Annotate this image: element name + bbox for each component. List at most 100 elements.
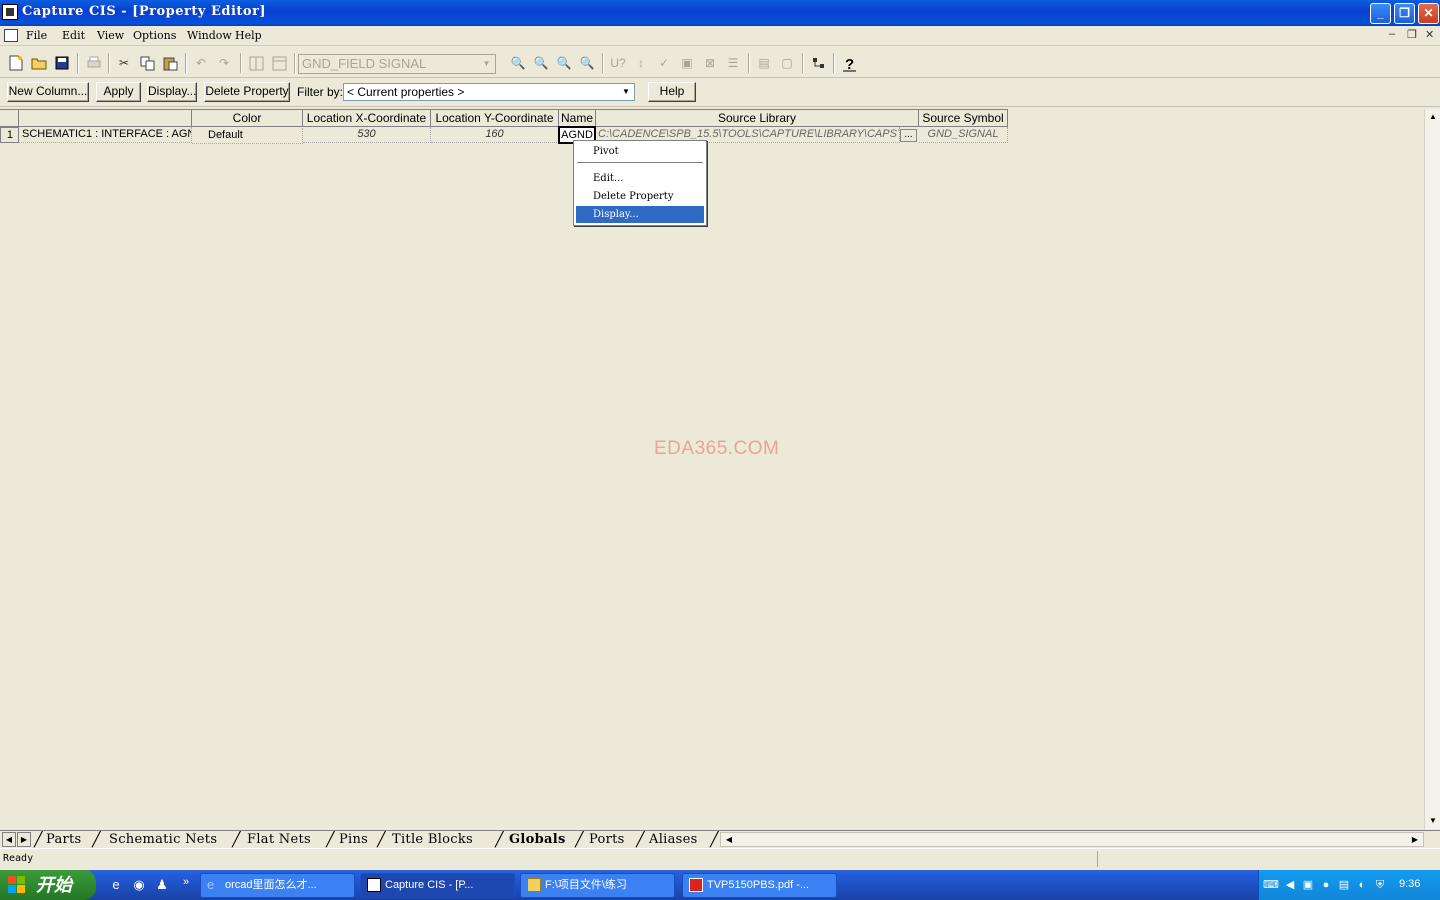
context-menu-pivot[interactable]: Pivot	[576, 143, 704, 160]
zoom-out-icon[interactable]: 🔍	[530, 52, 552, 74]
restore-button[interactable]: ❐	[1394, 3, 1415, 24]
menu-options[interactable]: Options	[133, 29, 176, 42]
mdi-close-button[interactable]: ✕	[1425, 28, 1434, 41]
antivirus-icon[interactable]: ◐	[1355, 878, 1369, 892]
undo-icon[interactable]: ↶	[190, 52, 212, 74]
filter-select[interactable]: < Current properties > ▼	[343, 83, 635, 101]
browser-icon[interactable]: ◉	[131, 877, 147, 893]
grid-corner-header[interactable]	[0, 109, 19, 127]
netlist-icon[interactable]: ▣	[676, 52, 698, 74]
internet-explorer-icon[interactable]: e	[108, 877, 124, 893]
help-icon[interactable]: ?	[838, 52, 860, 74]
start-button[interactable]: 开始	[0, 870, 96, 900]
tab-pins[interactable]: Pins	[339, 831, 368, 848]
column-header-location-x[interactable]: Location X-Coordinate	[303, 109, 431, 127]
save-icon[interactable]	[51, 52, 73, 74]
sheet-icon[interactable]	[268, 52, 290, 74]
row-number[interactable]: 1	[0, 127, 19, 143]
task-project-folder[interactable]: F:\项目文件\练习	[520, 873, 675, 898]
paste-icon[interactable]	[159, 52, 181, 74]
tab-flat-nets[interactable]: Flat Nets	[247, 831, 311, 848]
column-header-source-symbol[interactable]: Source Symbol	[919, 109, 1008, 127]
tab-scroll-left-icon[interactable]: ◀	[2, 832, 16, 847]
drc-icon[interactable]: ✓	[653, 52, 675, 74]
menu-help[interactable]: Help	[235, 29, 262, 42]
annotate-icon[interactable]: U?	[607, 52, 629, 74]
task-pdf-document[interactable]: TVP5150PBS.pdf -...	[682, 873, 837, 898]
minimize-button[interactable]: _	[1370, 3, 1391, 24]
vertical-scrollbar[interactable]: ▲ ▼	[1424, 109, 1440, 829]
context-menu-display[interactable]: Display...	[576, 206, 704, 223]
apply-button[interactable]: Apply	[96, 82, 141, 102]
layout-icon[interactable]	[245, 52, 267, 74]
tab-scroll-right-icon[interactable]: ▶	[17, 832, 31, 847]
back-annotate-icon[interactable]: ↕	[630, 52, 652, 74]
cell-color[interactable]: Default	[192, 128, 303, 144]
open-folder-icon[interactable]	[28, 52, 50, 74]
cell-source-symbol[interactable]: GND_SIGNAL	[919, 127, 1008, 143]
zoom-all-icon[interactable]: 🔍	[576, 52, 598, 74]
new-file-icon[interactable]	[5, 52, 27, 74]
task-capture-cis[interactable]: Capture CIS - [P...	[360, 873, 515, 898]
context-menu-edit[interactable]: Edit...	[576, 170, 704, 187]
display-button[interactable]: Display...	[147, 82, 197, 102]
mdi-restore-button[interactable]: ❐	[1407, 28, 1417, 41]
context-menu-delete-property[interactable]: Delete Property	[576, 188, 704, 205]
new-column-button[interactable]: New Column...	[7, 82, 89, 102]
tab-globals[interactable]: Globals	[509, 831, 566, 848]
tab-schematic-nets[interactable]: Schematic Nets	[109, 831, 217, 848]
delete-property-button[interactable]: Delete Property	[204, 82, 290, 102]
scroll-up-icon[interactable]: ▲	[1425, 109, 1440, 125]
document-icon[interactable]	[4, 29, 18, 42]
tab-aliases[interactable]: Aliases	[649, 831, 698, 848]
zoom-in-icon[interactable]: 🔍	[507, 52, 529, 74]
scroll-right-icon[interactable]: ▶	[1407, 832, 1423, 848]
menu-window[interactable]: Window	[187, 29, 232, 42]
zoom-area-icon[interactable]: 🔍	[553, 52, 575, 74]
cell-location-y[interactable]: 160	[431, 127, 559, 143]
menu-view[interactable]: View	[97, 29, 124, 42]
scroll-down-icon[interactable]: ▼	[1425, 813, 1440, 829]
help-button[interactable]: Help	[648, 82, 696, 102]
tab-parts[interactable]: Parts	[46, 831, 82, 848]
column-header-location-y[interactable]: Location Y-Coordinate	[431, 109, 559, 127]
copy-icon[interactable]	[136, 52, 158, 74]
column-header-source-library[interactable]: Source Library	[596, 109, 919, 127]
mdi-minimize-button[interactable]: –	[1389, 28, 1395, 40]
tab-title-blocks[interactable]: Title Blocks	[392, 831, 473, 848]
chevron-down-icon[interactable]: ▼	[619, 85, 633, 99]
tab-ports[interactable]: Ports	[589, 831, 625, 848]
column-header-color[interactable]: Color	[192, 109, 303, 127]
qq-icon[interactable]: ●	[1319, 878, 1333, 892]
security-shield-icon[interactable]: ⛨	[1373, 878, 1387, 892]
menu-file[interactable]: File	[26, 29, 47, 42]
quicklaunch-overflow-icon[interactable]: »	[178, 874, 194, 890]
close-button[interactable]: ✕	[1418, 3, 1439, 24]
project-manager-icon[interactable]	[807, 52, 829, 74]
messenger-icon[interactable]: ♟	[154, 877, 170, 893]
horizontal-scrollbar[interactable]: ◀ ▶	[720, 832, 1424, 847]
column-header-name[interactable]: Name	[559, 109, 596, 127]
monitor-icon[interactable]: ▤	[1337, 878, 1351, 892]
redo-icon[interactable]: ↷	[213, 52, 235, 74]
tray-collapse-icon[interactable]: ◀	[1283, 878, 1297, 892]
cross-reference-icon[interactable]: ⊠	[699, 52, 721, 74]
cut-icon[interactable]: ✂	[113, 52, 135, 74]
part-selector-combo[interactable]: GND_FIELD SIGNAL ▼	[298, 54, 496, 74]
keyboard-icon[interactable]: ⌨	[1263, 878, 1279, 892]
cell-location-x[interactable]: 530	[303, 127, 431, 143]
network-icon[interactable]: ▣	[1301, 878, 1315, 892]
browse-library-button[interactable]: ...	[900, 129, 917, 142]
menu-edit[interactable]: Edit	[62, 29, 85, 42]
object-column-header[interactable]	[19, 109, 192, 127]
row-object-name[interactable]: SCHEMATIC1 : INTERFACE : AGND	[19, 127, 192, 143]
chevron-down-icon[interactable]: ▼	[479, 56, 494, 72]
task-orcad-question[interactable]: e orcad里面怎么才...	[200, 873, 355, 898]
snap-to-grid-icon[interactable]: ▤	[753, 52, 775, 74]
scroll-left-icon[interactable]: ◀	[721, 832, 737, 848]
clock[interactable]: 9:36	[1399, 878, 1420, 890]
bill-of-materials-icon[interactable]: ☰	[722, 52, 744, 74]
print-icon[interactable]	[83, 52, 105, 74]
capture-app-icon[interactable]	[2, 4, 18, 20]
area-select-icon[interactable]: ▢	[776, 52, 798, 74]
